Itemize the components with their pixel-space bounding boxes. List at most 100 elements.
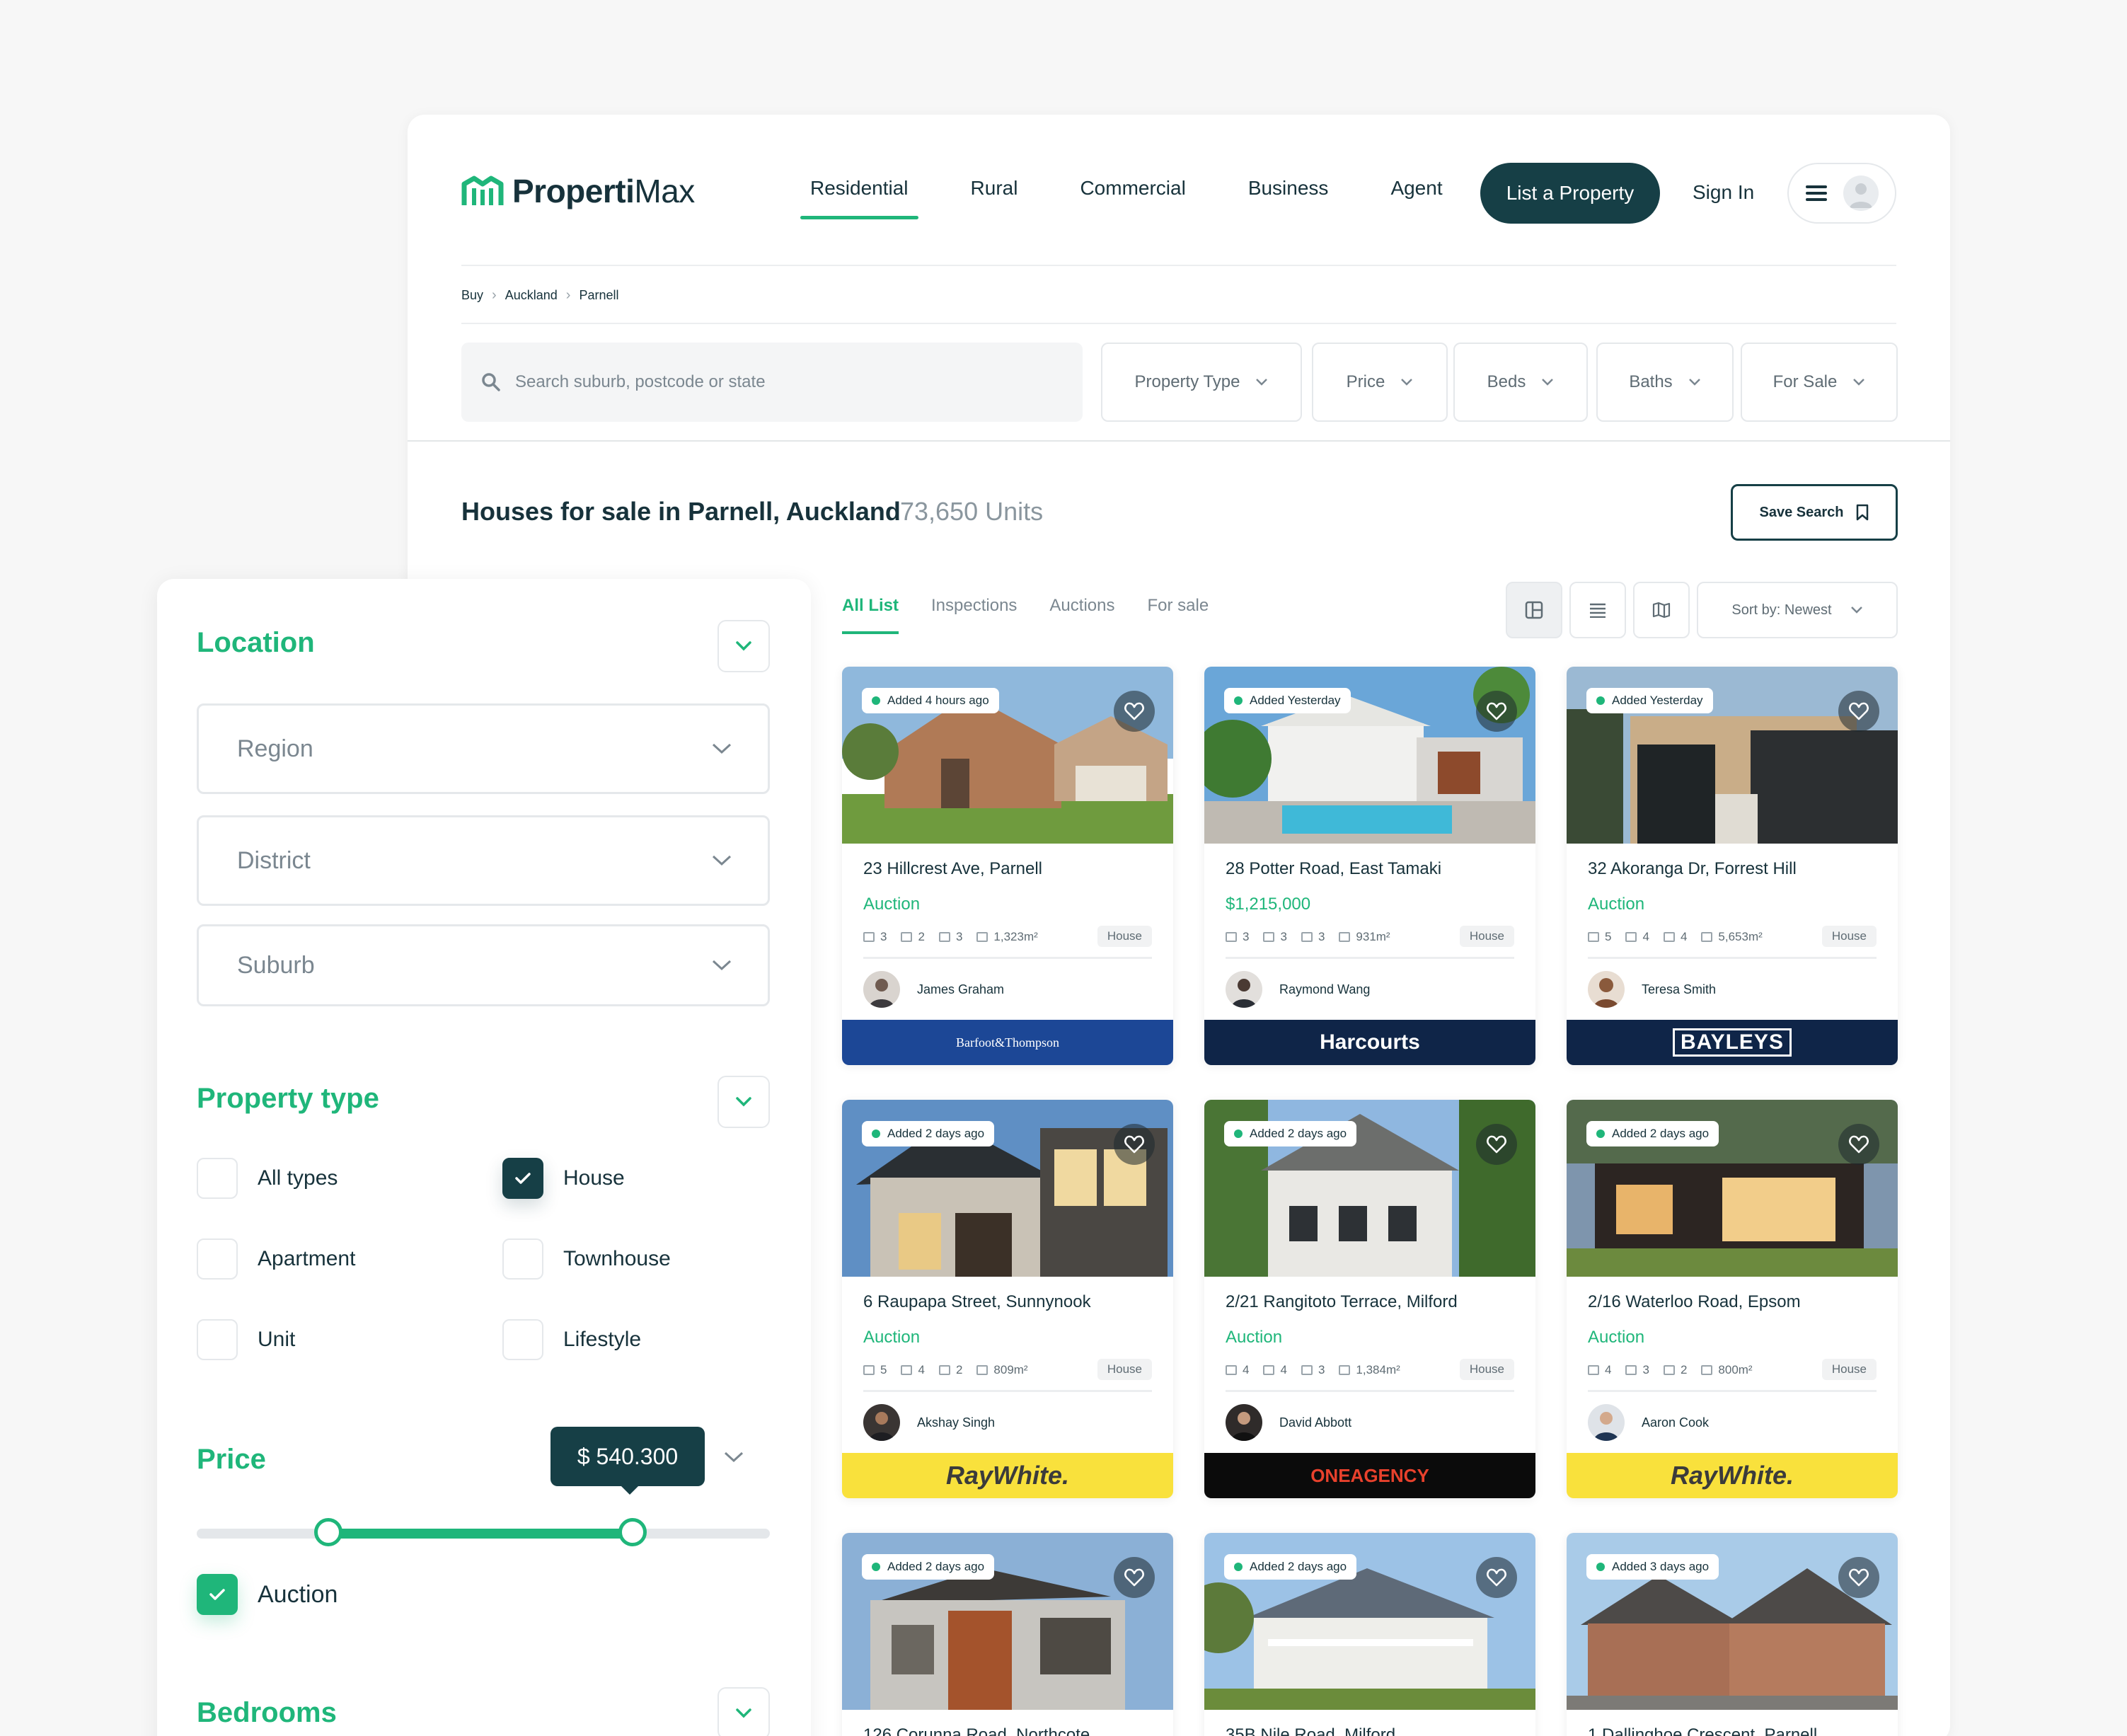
agent-info[interactable]: Teresa Smith [1588,959,1877,1020]
listing-card[interactable]: Added 2 days ago 126 Corunna Road, North… [842,1533,1173,1736]
agent-info[interactable]: James Graham [863,959,1152,1020]
checkbox[interactable] [502,1238,543,1280]
grid-view-button[interactable] [1506,582,1562,638]
checkbox[interactable] [197,1319,238,1360]
listing-card[interactable]: Added Yesterday 32 Akoranga Dr, Forrest … [1567,667,1898,1065]
type-option-unit[interactable]: Unit [197,1319,295,1360]
type-option-apartment[interactable]: Apartment [197,1238,355,1280]
bedrooms-collapse-button[interactable] [717,1687,770,1736]
property-photo[interactable]: Added 2 days ago [1204,1100,1535,1277]
agency-banner[interactable]: RayWhite. [1567,1453,1898,1498]
save-search-button[interactable]: Save Search [1731,484,1898,541]
agent-info[interactable]: David Abbott [1226,1392,1514,1453]
agency-banner[interactable]: ONEAGENCY [1204,1453,1535,1498]
filter-price[interactable]: Price [1312,343,1448,422]
sort-dropdown[interactable]: Sort by: Newest [1697,582,1898,638]
property-photo[interactable]: Added 2 days ago [842,1100,1173,1277]
nav-agent[interactable]: Agent [1380,177,1452,219]
listing-address[interactable]: 32 Akoranga Dr, Forrest Hill [1588,859,1877,879]
favorite-heart-icon[interactable] [1476,1124,1517,1165]
list-property-button[interactable]: List a Property [1480,163,1660,224]
type-option-lifestyle[interactable]: Lifestyle [502,1319,641,1360]
filter-property-type[interactable]: Property Type [1101,343,1302,422]
listing-card[interactable]: Added 2 days ago 2/16 Waterloo Road, Eps… [1567,1100,1898,1498]
breadcrumb-auckland[interactable]: Auckland [505,288,558,303]
property-photo[interactable]: Added 3 days ago [1567,1533,1898,1710]
listing-address[interactable]: 23 Hillcrest Ave, Parnell [863,859,1152,879]
listing-card[interactable]: Added 3 days ago 1 Dallinghoe Crescent, … [1567,1533,1898,1736]
type-option-townhouse[interactable]: Townhouse [502,1238,671,1280]
listing-card[interactable]: Added 2 days ago 6 Raupapa Street, Sunny… [842,1100,1173,1498]
listing-address[interactable]: 6 Raupapa Street, Sunnynook [863,1292,1152,1312]
tab-inspections[interactable]: Inspections [931,596,1017,634]
price-collapse-button[interactable] [723,1451,744,1467]
price-min-handle[interactable] [314,1518,343,1546]
property-photo[interactable]: Added 2 days ago [842,1533,1173,1710]
car-icon [1663,1365,1675,1375]
nav-rural[interactable]: Rural [961,177,1028,219]
favorite-heart-icon[interactable] [1114,691,1155,732]
agent-info[interactable]: Aaron Cook [1588,1392,1877,1453]
tab-for-sale[interactable]: For sale [1147,596,1209,634]
breadcrumb-buy[interactable]: Buy [461,288,483,303]
favorite-heart-icon[interactable] [1476,691,1517,732]
nav-commercial[interactable]: Commercial [1070,177,1195,219]
favorite-heart-icon[interactable] [1838,1124,1879,1165]
breadcrumb-parnell[interactable]: Parnell [579,288,618,303]
checkbox[interactable] [197,1158,238,1199]
listing-card[interactable]: Added 4 hours ago 23 Hillcrest Ave, Parn… [842,667,1173,1065]
favorite-heart-icon[interactable] [1838,1557,1879,1598]
checkbox-checked[interactable] [197,1574,238,1615]
tab-all-list[interactable]: All List [842,596,899,634]
list-view-button[interactable] [1569,582,1626,638]
auction-option[interactable]: Auction [197,1574,338,1615]
favorite-heart-icon[interactable] [1114,1557,1155,1598]
listing-address[interactable]: 28 Potter Road, East Tamaki [1226,859,1514,879]
favorite-heart-icon[interactable] [1114,1124,1155,1165]
nav-residential[interactable]: Residential [800,177,918,219]
brand-logo[interactable]: PropertiMax [461,171,695,211]
favorite-heart-icon[interactable] [1476,1557,1517,1598]
location-collapse-button[interactable] [717,620,770,672]
checkbox-checked[interactable] [502,1158,543,1199]
type-option-all-types[interactable]: All types [197,1158,338,1199]
map-view-button[interactable] [1633,582,1690,638]
agent-info[interactable]: Akshay Singh [863,1392,1152,1453]
listing-address[interactable]: 2/16 Waterloo Road, Epsom [1588,1292,1877,1312]
property-photo[interactable]: Added 2 days ago [1567,1100,1898,1277]
property-photo[interactable]: Added 4 hours ago [842,667,1173,844]
listing-address[interactable]: 35B Nile Road, Milford [1226,1725,1514,1736]
sign-in-link[interactable]: Sign In [1693,181,1754,204]
tab-auctions[interactable]: Auctions [1049,596,1114,634]
property-photo[interactable]: Added Yesterday [1567,667,1898,844]
account-menu-button[interactable] [1787,163,1896,224]
listing-address[interactable]: 126 Corunna Road, Northcote [863,1725,1152,1736]
region-dropdown[interactable]: Region [197,703,770,794]
type-option-house[interactable]: House [502,1158,625,1199]
suburb-dropdown[interactable]: Suburb [197,924,770,1006]
property-photo[interactable]: Added 2 days ago [1204,1533,1535,1710]
listing-card[interactable]: Added 2 days ago 2/21 Rangitoto Terrace,… [1204,1100,1535,1498]
listing-card[interactable]: Added Yesterday 28 Potter Road, East Tam… [1204,667,1535,1065]
filter-baths[interactable]: Baths [1596,343,1734,422]
property-type-collapse-button[interactable] [717,1076,770,1128]
checkbox[interactable] [197,1238,238,1280]
filter-for-sale[interactable]: For Sale [1741,343,1898,422]
property-photo[interactable]: Added Yesterday [1204,667,1535,844]
agency-banner[interactable]: RayWhite. [842,1453,1173,1498]
agent-info[interactable]: Raymond Wang [1226,959,1514,1020]
nav-business[interactable]: Business [1238,177,1339,219]
listing-address[interactable]: 2/21 Rangitoto Terrace, Milford [1226,1292,1514,1312]
agency-banner[interactable]: Harcourts [1204,1020,1535,1065]
district-dropdown[interactable]: District [197,815,770,906]
search-input[interactable]: Search suburb, postcode or state [461,343,1083,422]
agency-banner[interactable]: Barfoot&Thompson [842,1020,1173,1065]
checkbox[interactable] [502,1319,543,1360]
listing-card[interactable]: Added 2 days ago 35B Nile Road, Milford [1204,1533,1535,1736]
agency-banner[interactable]: BAYLEYS [1567,1020,1898,1065]
price-range-slider[interactable] [197,1518,770,1546]
filter-beds[interactable]: Beds [1453,343,1588,422]
listing-address[interactable]: 1 Dallinghoe Crescent, Parnell [1588,1725,1877,1736]
price-max-handle[interactable] [618,1518,647,1546]
favorite-heart-icon[interactable] [1838,691,1879,732]
